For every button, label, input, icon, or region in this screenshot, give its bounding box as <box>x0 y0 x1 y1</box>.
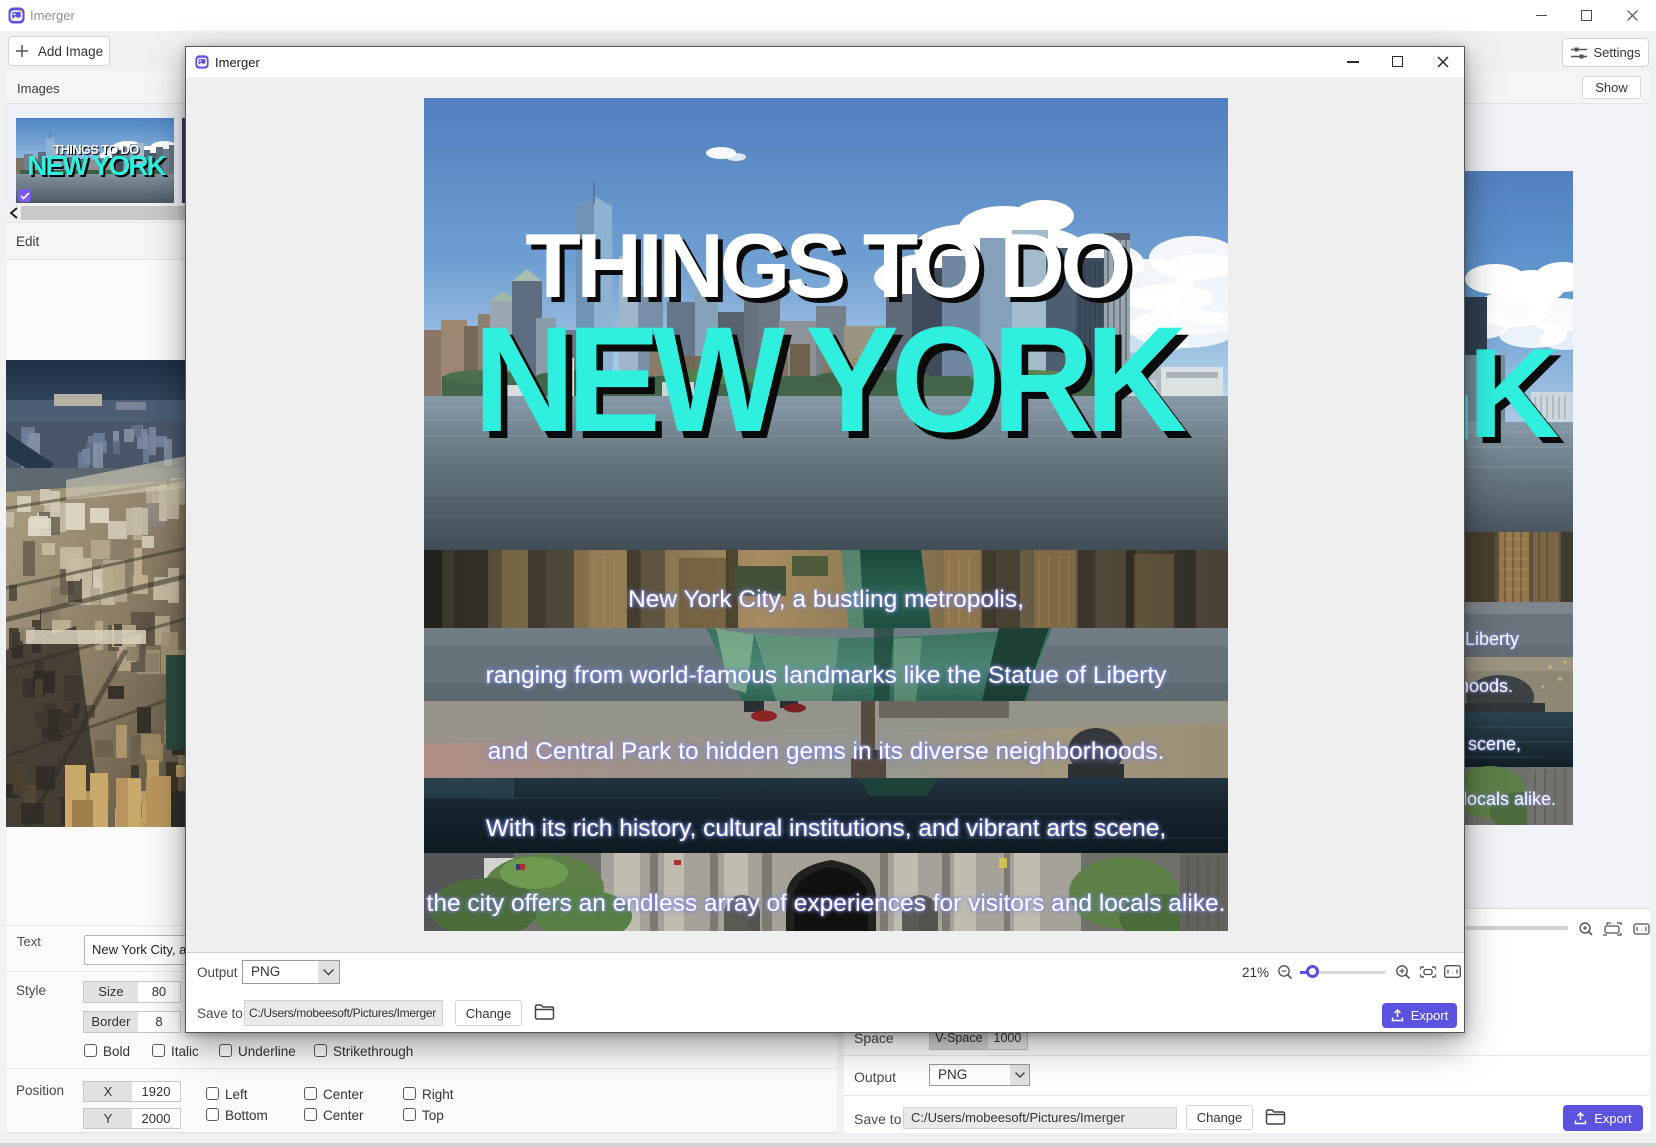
svg-text:NEW YORK: NEW YORK <box>27 150 166 181</box>
